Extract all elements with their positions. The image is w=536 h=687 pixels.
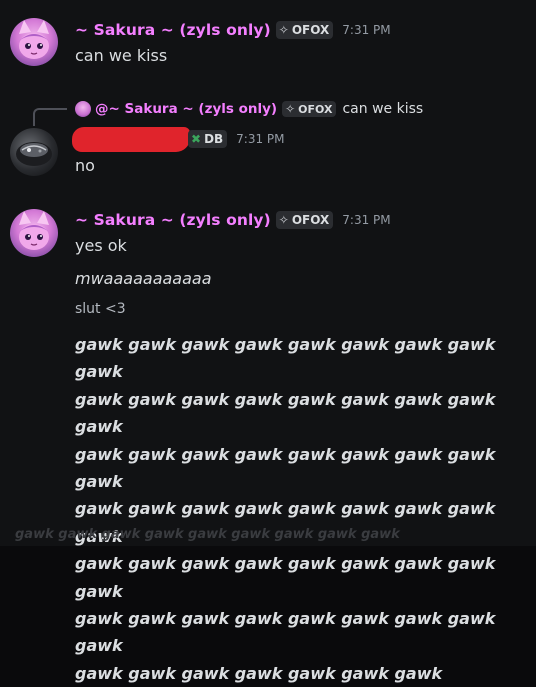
reply-preview[interactable]: @~ Sakura ~ (zyls only) ✧ OFOX can we ki…	[75, 98, 423, 120]
chat-log: ~ Sakura ~ (zyls only) ✧ OFOX 7:31 PM ca…	[0, 0, 536, 683]
message-text: mwaaaaaaaaaaa	[75, 269, 212, 288]
timestamp: 7:31 PM	[342, 213, 391, 227]
reply-username[interactable]: @~ Sakura ~ (zyls only)	[95, 101, 277, 117]
reply-server-tag: ✧ OFOX	[282, 101, 337, 117]
avatar[interactable]	[10, 18, 58, 66]
message-text: can we kiss	[75, 46, 168, 65]
server-tag[interactable]: ✧ OFOX	[275, 211, 334, 229]
username[interactable]: ~ Sakura ~ (zyls only)	[75, 211, 271, 229]
gawk-line: gawk gawk gawk gawk gawk gawk gawk gawk …	[75, 499, 496, 546]
timestamp: 7:31 PM	[236, 132, 285, 146]
cross-icon: ✖	[191, 132, 202, 146]
avatar[interactable]	[10, 128, 58, 176]
tag-label: DB	[204, 132, 224, 146]
server-tag[interactable]: ✧ OFOX	[275, 21, 334, 39]
server-tag[interactable]: ✖ DB	[188, 130, 228, 148]
gawk-line: gawk gawk gawk gawk gawk gawk gawk gawk …	[75, 554, 496, 601]
message-header: ~ Sakura ~ (zyls only) ✧ OFOX 7:31 PM	[75, 19, 391, 41]
reply-connector	[33, 108, 67, 126]
sparkle-icon: ✧	[285, 102, 296, 116]
sparkle-icon: ✧	[278, 23, 289, 37]
redaction-mark	[72, 127, 190, 152]
gawk-line: gawk gawk gawk gawk gawk gawk gawk gawk …	[75, 335, 496, 382]
tag-label: OFOX	[291, 23, 330, 37]
message-header: ~ Sakura ~ (zyls only) ✧ OFOX 7:31 PM	[75, 209, 391, 231]
gawk-line: gawk gawk gawk gawk gawk gawk gawk gawk …	[75, 389, 496, 437]
gawk-line: gawk gawk gawk gawk gawk gawk gawk gawk …	[75, 444, 496, 492]
message-text: yes ok	[75, 236, 127, 255]
timestamp: 7:31 PM	[342, 23, 391, 37]
gawk-line: gawk gawk gawk gawk gawk gawk gawk gawk …	[75, 609, 496, 656]
reply-text: can we kiss	[342, 101, 424, 117]
username[interactable]: ~ Sakura ~ (zyls only)	[75, 21, 271, 39]
gawk-line: gawk gawk gawk gawk gawk gawk gawk	[75, 663, 443, 683]
tag-label: OFOX	[298, 102, 333, 116]
message-text: no	[75, 156, 95, 175]
message-text: slut <3	[75, 301, 126, 317]
avatar[interactable]	[10, 209, 58, 257]
message-text-block: gawk gawk gawk gawk gawk gawk gawk gawk …	[75, 331, 520, 687]
reply-avatar	[75, 101, 91, 117]
sparkle-icon: ✧	[278, 213, 289, 227]
background-ghost-text: gawk gawk gawk gawk gawk gawk gawk gawk …	[15, 527, 400, 542]
message-header: ✖ DB 7:31 PM	[188, 130, 285, 148]
tag-label: OFOX	[291, 213, 330, 227]
